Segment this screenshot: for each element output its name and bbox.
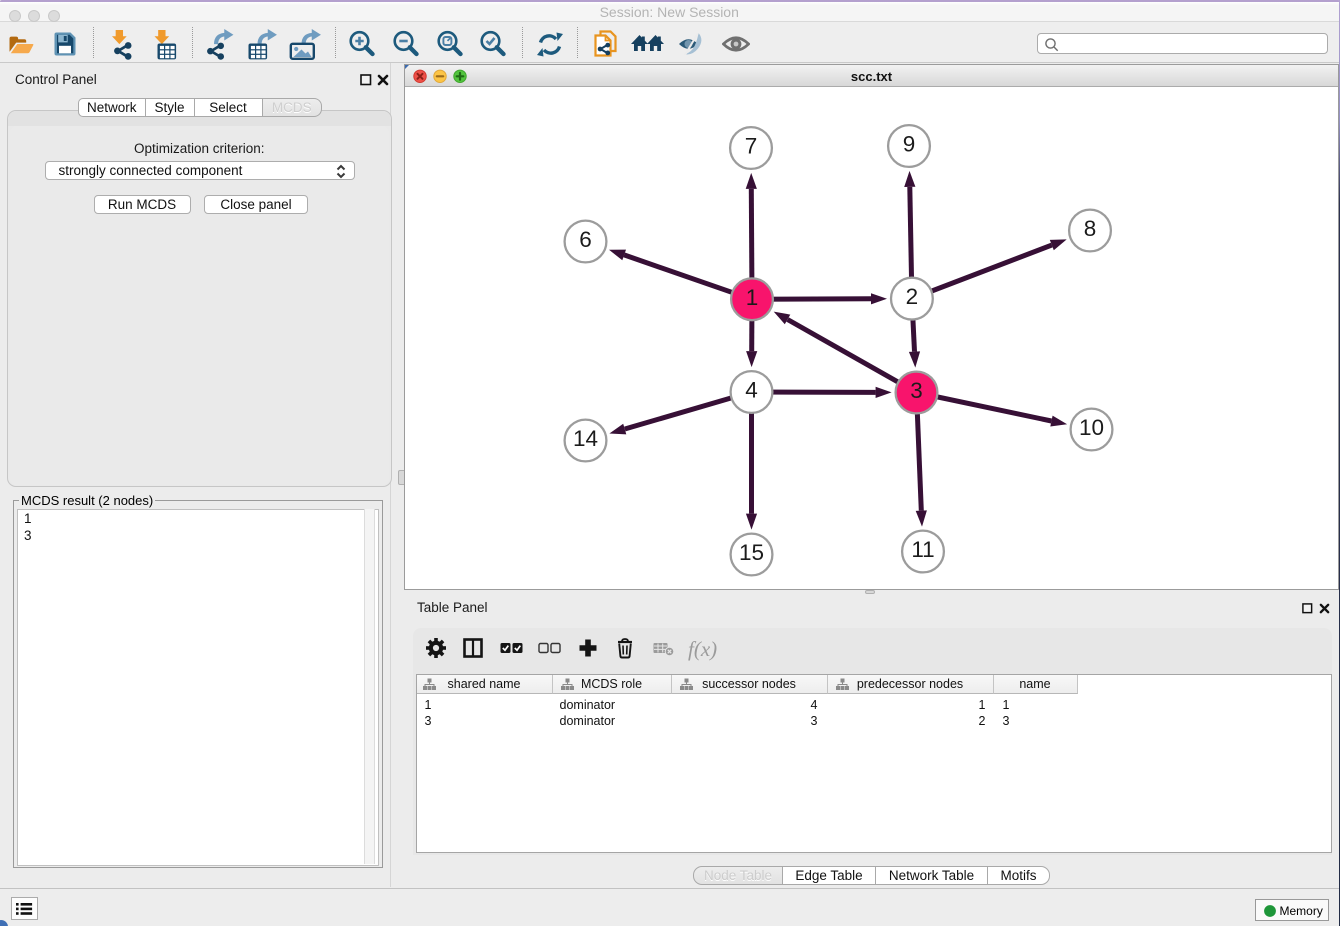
svg-text:7: 7 [745, 133, 758, 158]
svg-text:1: 1 [746, 284, 759, 309]
svg-text:2: 2 [906, 284, 919, 309]
svg-text:8: 8 [1084, 216, 1097, 241]
svg-text:10: 10 [1079, 415, 1104, 440]
svg-text:14: 14 [573, 426, 598, 451]
svg-text:9: 9 [903, 131, 916, 156]
svg-text:3: 3 [910, 378, 923, 403]
svg-text:11: 11 [911, 537, 934, 562]
svg-text:6: 6 [579, 227, 592, 252]
svg-text:4: 4 [745, 377, 758, 402]
svg-text:15: 15 [739, 540, 764, 565]
